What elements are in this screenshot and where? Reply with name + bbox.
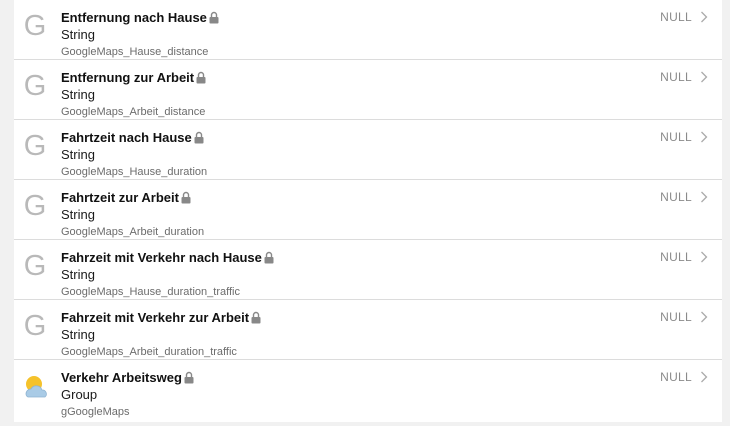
item-icon: G [20,11,50,41]
letter-g-icon: G [23,10,47,42]
item-state: NULL [660,310,692,324]
item-name: GoogleMaps_Hause_duration_traffic [61,286,240,298]
list-item[interactable]: Verkehr Arbeitsweg Group gGoogleMaps NUL… [14,360,722,419]
item-name: GoogleMaps_Arbeit_distance [61,106,206,118]
item-type: String [61,87,95,102]
lock-icon [184,371,194,384]
item-text: Fahrtzeit nach Hause String GoogleMaps_H… [61,129,642,180]
item-text: Fahrzeit mit Verkehr nach Hause String G… [61,249,642,300]
item-title: Fahrzeit mit Verkehr nach Hause [61,249,642,266]
item-name: GoogleMaps_Arbeit_duration [61,226,205,238]
item-text: Entfernung nach Hause String GoogleMaps_… [61,9,642,60]
item-type: String [61,267,95,282]
lock-icon [251,311,261,324]
item-type: String [61,207,95,222]
item-label: Verkehr Arbeitsweg [61,370,182,385]
item-type: String [61,27,95,42]
chevron-right-icon [701,191,708,203]
item-icon: G [20,311,50,341]
lock-icon [209,11,219,24]
letter-g-icon: G [23,190,47,222]
item-title: Fahrzeit mit Verkehr zur Arbeit [61,309,642,326]
chevron-right-icon [701,371,708,383]
sun-cloud-icon [25,376,47,398]
letter-g-icon: G [23,310,47,342]
item-type: String [61,147,95,162]
item-label: Fahrzeit mit Verkehr nach Hause [61,250,262,265]
list-item[interactable]: G Fahrtzeit nach Hause String GoogleMaps… [14,120,722,180]
item-label: Fahrtzeit zur Arbeit [61,190,179,205]
chevron-right-icon [701,311,708,323]
letter-g-icon: G [23,250,47,282]
letter-g-icon: G [23,130,47,162]
letter-g-icon: G [23,70,47,102]
item-text: Verkehr Arbeitsweg Group gGoogleMaps [61,369,642,420]
item-state: NULL [660,250,692,264]
item-icon: G [20,131,50,161]
lock-icon [181,191,191,204]
item-state: NULL [660,130,692,144]
item-type: String [61,327,95,342]
list-item[interactable]: G Entfernung zur Arbeit String GoogleMap… [14,60,722,120]
item-title: Fahrtzeit nach Hause [61,129,642,146]
list-item[interactable]: G Fahrzeit mit Verkehr zur Arbeit String… [14,300,722,360]
item-text: Entfernung zur Arbeit String GoogleMaps_… [61,69,642,120]
item-state: NULL [660,190,692,204]
item-title: Entfernung nach Hause [61,9,642,26]
lock-icon [264,251,274,264]
item-type: Group [61,387,98,402]
item-label: Fahrtzeit nach Hause [61,130,192,145]
item-name: GoogleMaps_Hause_duration [61,166,208,178]
item-title: Entfernung zur Arbeit [61,69,642,86]
item-name: GoogleMaps_Hause_distance [61,46,209,58]
list-item[interactable]: G Fahrtzeit zur Arbeit String GoogleMaps… [14,180,722,240]
list-item[interactable]: G Fahrzeit mit Verkehr nach Hause String… [14,240,722,300]
item-state: NULL [660,10,692,24]
list-item[interactable]: G Entfernung nach Hause String GoogleMap… [14,0,722,60]
chevron-right-icon [701,11,708,23]
item-name: gGoogleMaps [61,406,130,418]
item-icon: G [20,251,50,281]
items-list: G Entfernung nach Hause String GoogleMap… [14,0,722,422]
chevron-right-icon [701,251,708,263]
lock-icon [194,131,204,144]
lock-icon [196,71,206,84]
item-icon [20,371,50,401]
item-label: Fahrzeit mit Verkehr zur Arbeit [61,310,250,325]
item-title: Fahrtzeit zur Arbeit [61,189,642,206]
item-icon: G [20,71,50,101]
item-state: NULL [660,70,692,84]
chevron-right-icon [701,131,708,143]
item-icon: G [20,191,50,221]
item-title: Verkehr Arbeitsweg [61,369,642,386]
item-text: Fahrtzeit zur Arbeit String GoogleMaps_A… [61,189,642,240]
chevron-right-icon [701,71,708,83]
item-text: Fahrzeit mit Verkehr zur Arbeit String G… [61,309,642,360]
item-name: GoogleMaps_Arbeit_duration_traffic [61,346,237,358]
item-label: Entfernung zur Arbeit [61,70,195,85]
item-label: Entfernung nach Hause [61,10,207,25]
item-state: NULL [660,370,692,384]
